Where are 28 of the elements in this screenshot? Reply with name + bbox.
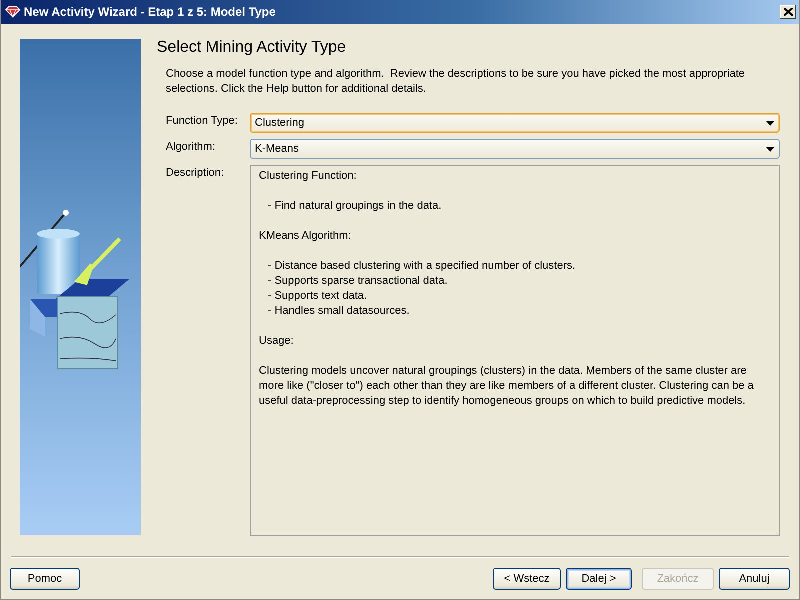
gem-icon — [5, 6, 21, 18]
field-label: Function Type: — [166, 114, 239, 129]
database-icon — [37, 229, 80, 294]
dropdown[interactable]: K-Means — [250, 139, 780, 159]
bullet-text: - Distance based clustering with a specified number of clusters. — [267, 259, 577, 274]
bullet-text: - Supports sparse transactional data. — [267, 274, 449, 289]
dropdown[interactable]: Clustering — [250, 113, 780, 133]
page-heading: Select Mining Activity Type — [157, 39, 348, 57]
wizard-button[interactable]: Anuluj — [719, 568, 790, 590]
section-heading: KMeans Algorithm: — [259, 229, 352, 244]
wizard-button[interactable]: Dalej > — [566, 568, 632, 590]
arrow-icon — [76, 237, 122, 285]
field-label: Algorithm: — [166, 140, 217, 155]
instructions-text: Choose a model function type and algorithm. Review the descriptions to be sure you have picked the most appropriate selections. Click the Help button for additional details. — [166, 67, 746, 97]
bullet-text: - Handles small datasources. — [267, 304, 411, 319]
section-heading: Usage: — [259, 334, 295, 349]
wizard-button[interactable]: Pomoc — [10, 568, 80, 590]
caret-icon — [766, 146, 775, 152]
field-label: Description: — [166, 166, 226, 181]
description-text: Clustering models uncover natural groupings (clusters) in the data. Members of the same cluster are more like ("closer to") each other than they are like members of a different cluster. Clustering can be a useful data-preprocessing step to identify homogeneous groups on which to build predictive models. — [259, 364, 755, 409]
bullet-text: - Supports text data. — [267, 289, 368, 304]
window-title: New Activity Wizard - Etap 1 z 5: Model Type — [24, 5, 277, 19]
section-heading: Clustering Function: — [259, 169, 358, 184]
caret-icon — [766, 120, 775, 126]
close-button[interactable] — [780, 5, 796, 19]
bullet-text: - Find natural groupings in the data. — [267, 199, 443, 214]
close-icon — [784, 8, 792, 16]
wizard-button[interactable]: < Wstecz — [493, 568, 561, 590]
